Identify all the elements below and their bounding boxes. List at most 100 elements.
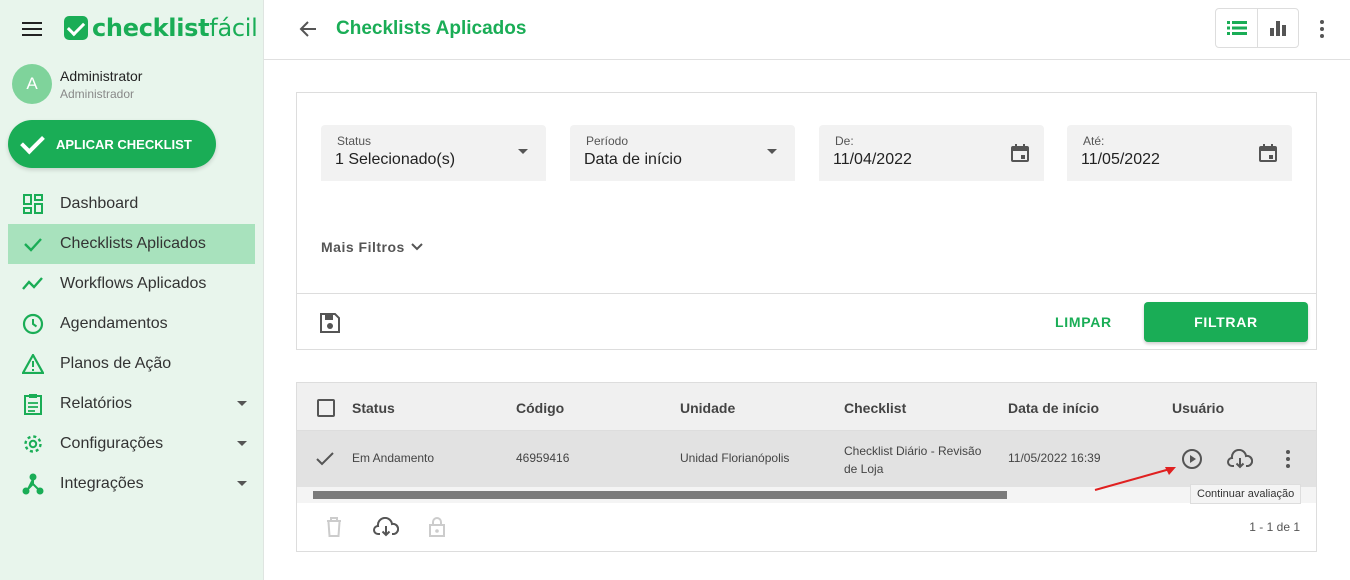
date-from-value: 11/04/2022: [833, 151, 912, 168]
sidebar-item-label: Planos de Ação: [60, 355, 172, 372]
period-select[interactable]: Período Data de início: [570, 125, 795, 181]
trend-icon: [22, 273, 44, 295]
clear-button[interactable]: LIMPAR: [1055, 314, 1112, 330]
filter-panel: Status 1 Selecionado(s) Período Data de …: [296, 92, 1317, 350]
status-label: Status: [337, 134, 372, 148]
logo-text: checklistfácil: [92, 14, 258, 42]
filter-button[interactable]: FILTRAR: [1144, 302, 1308, 342]
more-filters-label: Mais Filtros: [321, 239, 405, 255]
user-role: Administrador: [60, 86, 135, 101]
column-header-status[interactable]: Status: [352, 400, 395, 416]
sidebar-item-label: Dashboard: [60, 195, 139, 212]
sidebar-item-label: Agendamentos: [60, 315, 168, 332]
sidebar-item-checklists-aplicados[interactable]: Checklists Aplicados: [8, 224, 255, 264]
sidebar-item-dashboard[interactable]: Dashboard: [8, 184, 255, 224]
sidebar-item-configuracoes[interactable]: Configurações: [8, 424, 255, 464]
check-icon: [20, 131, 46, 157]
chevron-down-icon: [237, 481, 247, 486]
chevron-down-icon: [237, 401, 247, 406]
scrollbar-thumb[interactable]: [313, 491, 1007, 499]
calendar-icon[interactable]: [1010, 143, 1030, 163]
integration-icon: [22, 473, 44, 495]
column-header-checklist[interactable]: Checklist: [844, 400, 906, 416]
sidebar-item-label: Workflows Aplicados: [60, 275, 207, 292]
date-to-field[interactable]: Até: 11/05/2022: [1067, 125, 1292, 181]
logo-light: fácil: [209, 14, 258, 42]
status-value: 1 Selecionado(s): [335, 151, 456, 168]
cloud-download-icon[interactable]: [1226, 445, 1254, 473]
pagination-info: 1 - 1 de 1: [1249, 520, 1300, 534]
check-icon: [22, 233, 44, 255]
sidebar: checklistfácil A Administrator Administr…: [0, 0, 264, 580]
more-options-icon[interactable]: [1316, 18, 1328, 40]
column-header-unit[interactable]: Unidade: [680, 400, 735, 416]
cloud-download-icon[interactable]: [373, 515, 399, 539]
apply-checklist-label: APLICAR CHECKLIST: [56, 136, 192, 152]
cell-code: 46959416: [516, 451, 570, 465]
lock-icon: [424, 515, 450, 539]
cell-checklist-line2: de Loja: [844, 462, 884, 476]
avatar[interactable]: A: [12, 64, 52, 104]
sidebar-item-integracoes[interactable]: Integrações: [8, 464, 255, 504]
sidebar-item-relatorios[interactable]: Relatórios: [8, 384, 255, 424]
trash-icon: [321, 515, 347, 539]
sidebar-item-label: Configurações: [60, 435, 164, 452]
user-info: Administrator Administrador: [60, 68, 142, 101]
view-toggle: [1215, 8, 1299, 48]
chart-view-icon[interactable]: [1257, 9, 1298, 47]
sidebar-item-agendamentos[interactable]: Agendamentos: [8, 304, 255, 344]
back-arrow-icon[interactable]: [298, 18, 320, 40]
column-header-user[interactable]: Usuário: [1172, 400, 1224, 416]
dashboard-icon: [22, 193, 44, 215]
logo-bold: checklist: [92, 14, 210, 42]
filter-actions: LIMPAR FILTRAR: [297, 293, 1316, 350]
table-header: Status Código Unidade Checklist Data de …: [297, 383, 1316, 431]
date-to-label: Até:: [1083, 134, 1105, 148]
apply-checklist-button[interactable]: APLICAR CHECKLIST: [8, 120, 216, 168]
sidebar-item-label: Checklists Aplicados: [60, 235, 206, 252]
period-value: Data de início: [584, 151, 682, 168]
sidebar-item-label: Integrações: [60, 475, 144, 492]
chevron-down-icon: [518, 149, 528, 154]
clock-icon: [22, 313, 44, 335]
cell-status: Em Andamento: [352, 451, 435, 465]
menu-icon[interactable]: [22, 22, 42, 38]
clipboard-icon: [22, 393, 44, 415]
column-header-start-date[interactable]: Data de início: [1008, 400, 1099, 416]
page-header: Checklists Aplicados: [264, 0, 1350, 60]
select-all-checkbox[interactable]: [317, 399, 335, 417]
calendar-icon[interactable]: [1258, 143, 1278, 163]
save-icon[interactable]: [319, 312, 341, 334]
gear-icon: [22, 433, 44, 455]
brand-logo[interactable]: checklistfácil: [64, 12, 258, 44]
logo-check-icon: [64, 16, 88, 40]
play-icon[interactable]: [1178, 445, 1206, 473]
chevron-down-icon: [411, 243, 423, 251]
row-status-check-icon: [316, 450, 334, 468]
row-more-options-icon[interactable]: [1274, 445, 1302, 473]
cell-start-date: 11/05/2022 16:39: [1008, 451, 1101, 465]
sidebar-item-label: Relatórios: [60, 395, 133, 412]
user-profile: A Administrator Administrador: [12, 64, 142, 104]
chevron-down-icon: [767, 149, 777, 154]
sidebar-nav: Dashboard Checklists Aplicados Workflows…: [8, 184, 255, 504]
date-from-field[interactable]: De: 11/04/2022: [819, 125, 1044, 181]
sidebar-item-planos[interactable]: Planos de Ação: [8, 344, 255, 384]
chevron-down-icon: [237, 441, 247, 446]
user-name: Administrator: [60, 67, 143, 84]
cell-unit: Unidad Florianópolis: [680, 451, 790, 465]
more-filters-toggle[interactable]: Mais Filtros: [321, 239, 423, 255]
period-label: Período: [586, 134, 629, 148]
column-header-code[interactable]: Código: [516, 400, 564, 416]
cell-checklist-line1: Checklist Diário - Revisão: [844, 444, 982, 458]
page-title: Checklists Aplicados: [336, 18, 527, 39]
sidebar-item-workflows[interactable]: Workflows Aplicados: [8, 264, 255, 304]
annotation-arrow: [1094, 467, 1176, 491]
list-view-icon[interactable]: [1216, 9, 1257, 47]
cell-checklist: Checklist Diário - Revisão de Loja: [844, 442, 981, 478]
date-from-label: De:: [835, 134, 854, 148]
tooltip: Continuar avaliação: [1190, 484, 1302, 504]
status-select[interactable]: Status 1 Selecionado(s): [321, 125, 546, 181]
warning-icon: [22, 353, 44, 375]
date-to-value: 11/05/2022: [1081, 151, 1160, 168]
